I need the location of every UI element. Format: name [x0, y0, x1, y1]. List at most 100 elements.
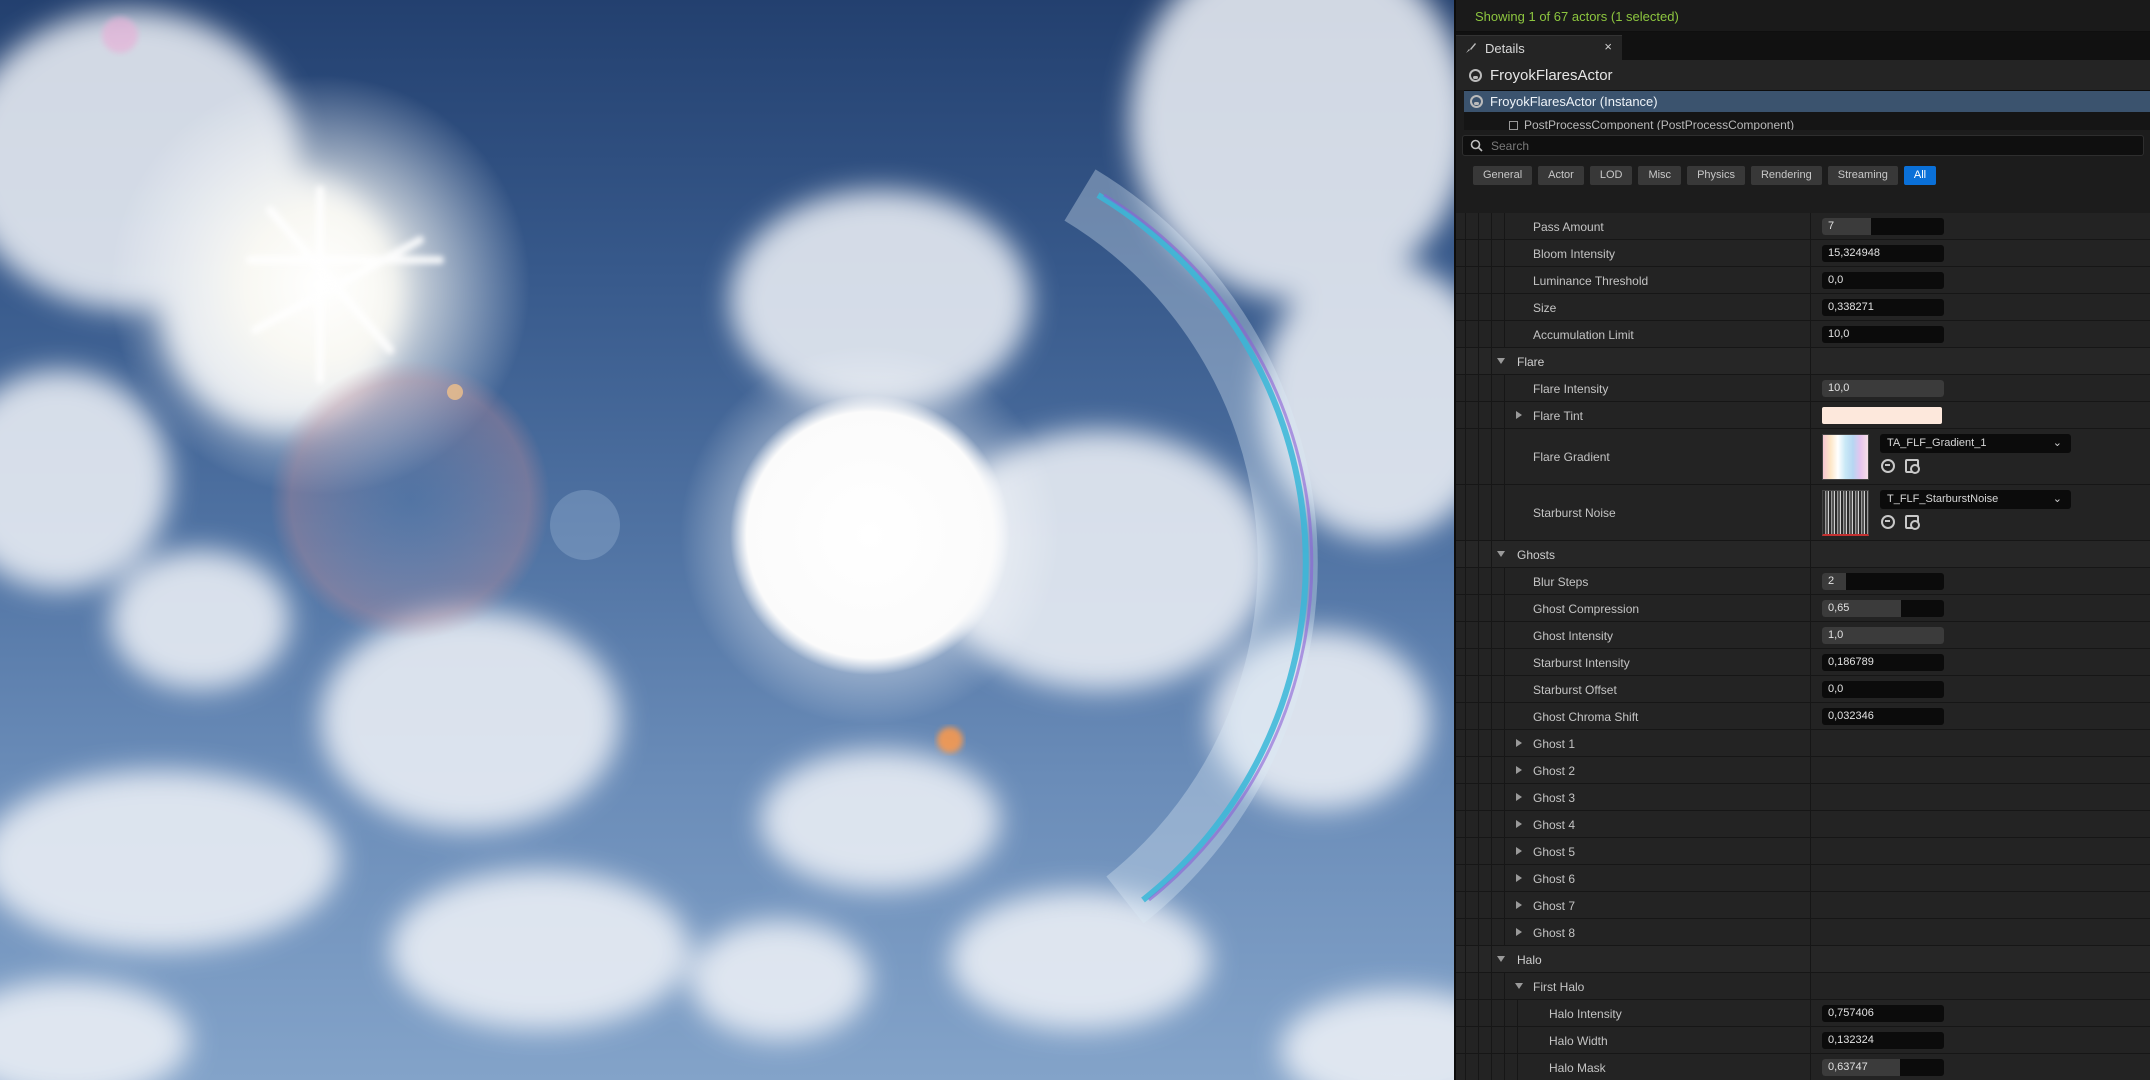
ghost-group-label: Ghost 1	[1533, 737, 1576, 751]
collapse-arrow-icon[interactable]	[1497, 956, 1505, 962]
use-selected-asset-icon[interactable]	[1881, 459, 1895, 473]
expand-arrow-icon[interactable]	[1516, 820, 1522, 828]
property-label: Luminance Threshold	[1533, 274, 1649, 288]
tab-details[interactable]: Details ×	[1456, 35, 1622, 60]
filter-streaming[interactable]: Streaming	[1827, 165, 1898, 185]
details-panel: Showing 1 of 67 actors (1 selected) Deta…	[1454, 0, 2150, 1080]
flare-tint-swatch[interactable]	[1822, 407, 1942, 424]
filter-misc[interactable]: Misc	[1638, 165, 1682, 185]
level-viewport[interactable]	[0, 0, 1454, 1080]
property-row: Bloom Intensity 15,324948	[1456, 240, 2150, 267]
category-label: Ghosts	[1517, 548, 1556, 562]
actor-count-status: Showing 1 of 67 actors (1 selected)	[1456, 0, 2150, 32]
property-row: Size 0,338271	[1456, 294, 2150, 321]
component-child-row[interactable]: PostProcessComponent (PostProcessCompone…	[1464, 112, 2150, 130]
expand-arrow-icon[interactable]	[1516, 766, 1522, 774]
expand-arrow-icon[interactable]	[1516, 411, 1522, 419]
filter-general[interactable]: General	[1473, 165, 1533, 185]
property-label: Bloom Intensity	[1533, 247, 1616, 261]
first-halo-row[interactable]: First Halo	[1456, 973, 2150, 1000]
category-ghosts[interactable]: Ghosts	[1456, 541, 2150, 568]
property-label: Accumulation Limit	[1533, 328, 1634, 342]
ghost-group-row[interactable]: Ghost 2	[1456, 757, 2150, 784]
accumulation-limit-field[interactable]: 10,0	[1822, 326, 1944, 343]
property-row: Starburst Offset 0,0	[1456, 676, 2150, 703]
property-label: Halo Mask	[1549, 1061, 1606, 1075]
ghost-group-row[interactable]: Ghost 5	[1456, 838, 2150, 865]
pass-amount-field[interactable]: 7	[1822, 218, 1944, 235]
property-label: Flare Intensity	[1533, 382, 1609, 396]
actor-header: FroyokFlaresActor	[1456, 60, 2150, 90]
halo-intensity-field[interactable]: 0,757406	[1822, 1005, 1944, 1022]
property-row: Starburst Intensity 0,186789	[1456, 649, 2150, 676]
property-list: Pass Amount 7 Bloom Intensity 15,324948 …	[1456, 213, 2150, 1080]
property-row: Accumulation Limit 10,0	[1456, 321, 2150, 348]
starburst-intensity-field[interactable]: 0,186789	[1822, 654, 1944, 671]
expand-arrow-icon[interactable]	[1516, 847, 1522, 855]
collapse-arrow-icon[interactable]	[1497, 358, 1505, 364]
flare-gradient-asset-picker[interactable]: TA_FLF_Gradient_1 ⌄	[1880, 434, 2071, 453]
search-icon	[1470, 139, 1483, 152]
expand-arrow-icon[interactable]	[1516, 793, 1522, 801]
property-row: Ghost Intensity 1,0	[1456, 622, 2150, 649]
filter-lod[interactable]: LOD	[1589, 165, 1633, 185]
filter-all[interactable]: All	[1903, 165, 1937, 185]
expand-arrow-icon[interactable]	[1516, 901, 1522, 909]
ghost-group-row[interactable]: Ghost 3	[1456, 784, 2150, 811]
expand-arrow-icon[interactable]	[1516, 874, 1522, 882]
search-input[interactable]	[1491, 138, 2091, 153]
brush-icon	[1466, 43, 1476, 53]
browse-asset-icon[interactable]	[1905, 459, 1920, 474]
ghost-group-row[interactable]: Ghost 1	[1456, 730, 2150, 757]
halo-mask-field[interactable]: 0,63747	[1822, 1059, 1944, 1076]
chevron-down-icon: ⌄	[2052, 493, 2062, 505]
close-tab-icon[interactable]: ×	[1604, 39, 1612, 54]
filter-actor[interactable]: Actor	[1538, 165, 1584, 185]
property-label: Flare Gradient	[1533, 450, 1610, 464]
ghost-group-label: Ghost 3	[1533, 791, 1576, 805]
category-flare[interactable]: Flare	[1456, 348, 2150, 375]
tab-row: Details ×	[1456, 32, 2150, 60]
filter-physics[interactable]: Physics	[1687, 165, 1745, 185]
property-row: Ghost Compression 0,65	[1456, 595, 2150, 622]
category-halo[interactable]: Halo	[1456, 946, 2150, 973]
ghost-group-row[interactable]: Ghost 7	[1456, 892, 2150, 919]
property-row: Flare Gradient TA_FLF_Gradient_1 ⌄	[1456, 429, 2150, 485]
expand-arrow-icon[interactable]	[1516, 739, 1522, 747]
luminance-threshold-field[interactable]: 0,0	[1822, 272, 1944, 289]
ghost-group-label: Ghost 5	[1533, 845, 1576, 859]
component-root-row[interactable]: FroyokFlaresActor (Instance)	[1464, 91, 2150, 112]
category-label: Halo	[1517, 953, 1542, 967]
starburst-noise-asset-picker[interactable]: T_FLF_StarburstNoise ⌄	[1880, 490, 2071, 509]
collapse-arrow-icon[interactable]	[1497, 551, 1505, 557]
tab-details-label: Details	[1485, 40, 1525, 56]
ghost-compression-field[interactable]: 0,65	[1822, 600, 1944, 617]
ghost-group-row[interactable]: Ghost 4	[1456, 811, 2150, 838]
search-box	[1462, 135, 2144, 156]
size-field[interactable]: 0,338271	[1822, 299, 1944, 316]
collapse-arrow-icon[interactable]	[1515, 983, 1523, 989]
use-selected-asset-icon[interactable]	[1881, 515, 1895, 529]
chevron-down-icon: ⌄	[2052, 437, 2062, 449]
property-row: Starburst Noise T_FLF_StarburstNoise ⌄	[1456, 485, 2150, 541]
expand-arrow-icon[interactable]	[1516, 928, 1522, 936]
bloom-intensity-field[interactable]: 15,324948	[1822, 245, 1944, 262]
filter-rendering[interactable]: Rendering	[1750, 165, 1822, 185]
browse-asset-icon[interactable]	[1905, 515, 1920, 530]
property-label: Ghost Chroma Shift	[1533, 710, 1639, 724]
property-row: Halo Mask 0,63747	[1456, 1054, 2150, 1080]
property-label: Starburst Offset	[1533, 683, 1617, 697]
starburst-noise-thumbnail[interactable]	[1822, 490, 1869, 536]
first-halo-label: First Halo	[1533, 980, 1585, 994]
ghost-intensity-field[interactable]: 1,0	[1822, 627, 1944, 644]
starburst-offset-field[interactable]: 0,0	[1822, 681, 1944, 698]
halo-width-field[interactable]: 0,132324	[1822, 1032, 1944, 1049]
ghost-group-row[interactable]: Ghost 8	[1456, 919, 2150, 946]
ghost-chroma-shift-field[interactable]: 0,032346	[1822, 708, 1944, 725]
ghost-group-row[interactable]: Ghost 6	[1456, 865, 2150, 892]
blur-steps-field[interactable]: 2	[1822, 573, 1944, 590]
property-row: Flare Tint	[1456, 402, 2150, 429]
gradient-thumbnail[interactable]	[1822, 434, 1869, 480]
flare-intensity-field[interactable]: 10,0	[1822, 380, 1944, 397]
property-label: Flare Tint	[1533, 409, 1584, 423]
